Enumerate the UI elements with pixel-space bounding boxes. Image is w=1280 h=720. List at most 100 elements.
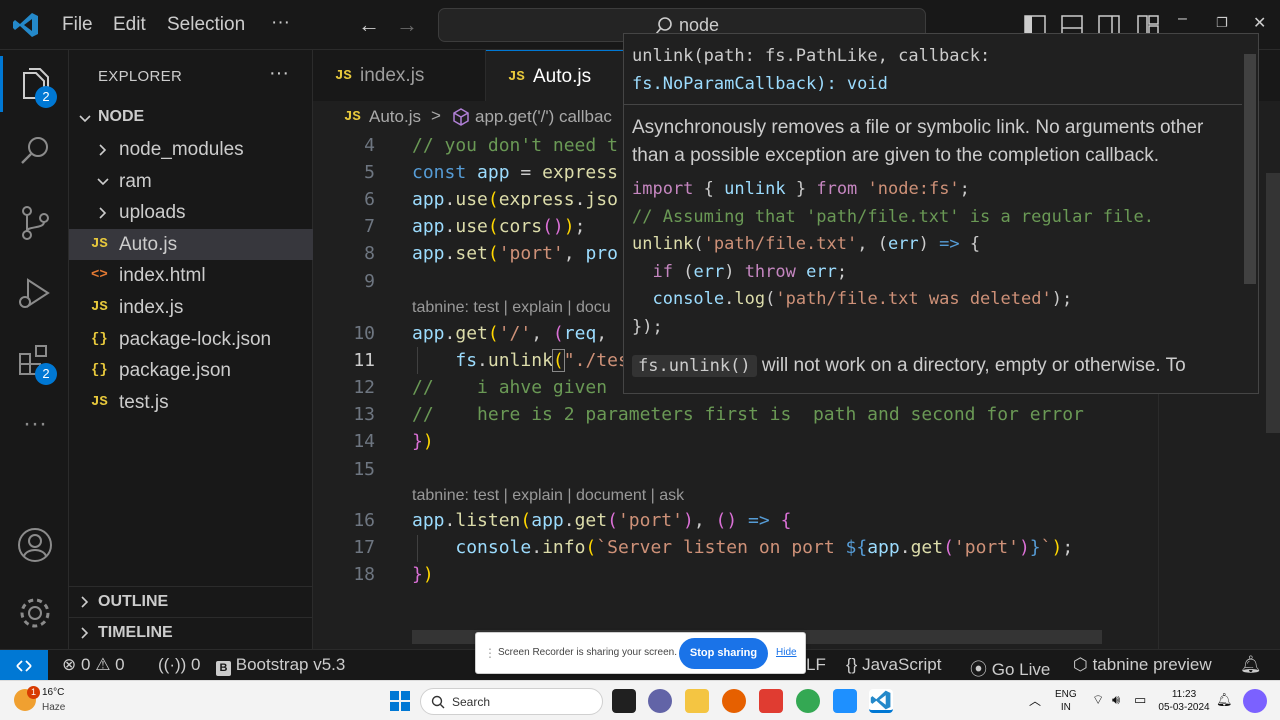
camera-app-icon[interactable] (833, 689, 857, 713)
outline-label: OUTLINE (98, 593, 169, 610)
js-file-icon: JS (508, 69, 525, 85)
tabnine-codelens[interactable]: tabnine: test | explain | docu (412, 299, 611, 317)
breadcrumb-symbol[interactable]: app.get('/') callbac (475, 107, 612, 127)
active-indicator (0, 56, 3, 112)
run-debug-button[interactable] (14, 272, 56, 314)
manage-button[interactable] (14, 592, 56, 634)
tree-item-test-js[interactable]: JS test.js (69, 387, 313, 418)
back-arrow-icon[interactable]: ← (358, 12, 380, 38)
tree-item-auto-js[interactable]: JS Auto.js (69, 229, 313, 260)
explorer-sidebar: EXPLORER ··· NODE node_modules ram uploa… (69, 50, 313, 649)
activity-bar: 2 2 ··· (0, 50, 69, 649)
eol-indicator[interactable]: LF (806, 655, 826, 675)
recorder-message: Screen Recorder is sharing your screen. (498, 647, 677, 658)
chrome-icon[interactable] (796, 689, 820, 713)
menu-more[interactable]: ··· (271, 12, 290, 34)
minimize-button[interactable]: – (1178, 10, 1187, 28)
windows-start-icon[interactable] (389, 690, 411, 712)
hide-link[interactable]: Hide (776, 647, 797, 658)
weather-temperature: 16°C (42, 687, 65, 698)
js-file-icon: JS (91, 299, 108, 315)
code-line: 16 app.listen(app.get('port'), () => { (313, 508, 1280, 535)
workspace-root[interactable]: NODE (69, 104, 313, 132)
outline-section[interactable]: OUTLINE (69, 586, 313, 616)
tray-chevron-up-icon[interactable]: ︿ (1029, 692, 1041, 709)
code-line: 14 }) (313, 429, 1280, 456)
accounts-icon (18, 528, 52, 562)
hover-description: Asynchronously removes a file or symboli… (632, 117, 1204, 166)
ports-indicator[interactable]: ((·)) 0 (158, 655, 201, 675)
tree-item-index-js[interactable]: JS index.js (69, 292, 313, 323)
broadcast-icon: ⦿ (970, 660, 987, 679)
notification-icon[interactable]: 🔔︎ (1216, 692, 1233, 708)
chat-icon[interactable] (648, 689, 672, 713)
chevron-right-icon (99, 207, 107, 219)
bootstrap-label: Bootstrap v5.3 (235, 655, 346, 674)
menu-file[interactable]: File (62, 14, 93, 36)
inline-code: fs.unlink() (632, 355, 757, 377)
language-indicator[interactable]: ENG IN (1055, 688, 1077, 714)
close-button[interactable]: ✕ (1253, 13, 1266, 33)
tree-item-label: node_modules (119, 139, 244, 160)
line-number: 17 (353, 537, 375, 558)
workspace-root-label: NODE (98, 108, 145, 125)
maximize-button[interactable]: ❐ (1216, 15, 1228, 31)
accounts-button[interactable] (14, 524, 56, 566)
volume-icon[interactable]: 🔊︎ (1112, 692, 1120, 708)
wifi-icon[interactable]: ⌔ (1092, 692, 1104, 708)
code-text: console.info(`Server listen on port ${ap… (455, 537, 1074, 558)
hover-scrollbar[interactable] (1244, 54, 1256, 284)
region-code: IN (1060, 702, 1071, 713)
code-text: }) (412, 564, 434, 585)
js-file-icon: JS (91, 236, 108, 252)
tree-item-label: package.json (119, 360, 231, 381)
clock[interactable]: 11:23 05-03-2024 (1158, 688, 1210, 714)
firefox-icon[interactable] (722, 689, 746, 713)
tab-index-js[interactable]: JS index.js (313, 50, 486, 101)
battery-icon[interactable]: ▭ (1134, 692, 1146, 708)
problems-indicator[interactable]: ⊗ 0 ⚠ 0 (62, 655, 125, 675)
code-line: 18 }) (313, 562, 1280, 589)
more-views-button[interactable]: ··· (14, 410, 56, 452)
source-control-button[interactable] (14, 202, 56, 244)
task-view-icon[interactable] (612, 689, 636, 713)
drag-handle-icon[interactable]: ⋮ (484, 646, 496, 660)
breadcrumb-file[interactable]: Auto.js (369, 107, 421, 127)
tree-item-index-html[interactable]: <> index.html (69, 260, 313, 291)
explorer-more-actions[interactable]: ··· (269, 62, 289, 85)
taskbar-search[interactable]: Search (420, 688, 603, 715)
stop-sharing-button[interactable]: Stop sharing (679, 638, 768, 669)
search-icon (21, 137, 48, 164)
menu-selection[interactable]: Selection (167, 14, 245, 36)
search-view-button[interactable] (14, 130, 56, 172)
forward-arrow-icon[interactable]: → (396, 12, 418, 38)
warning-icon: ⚠ (95, 655, 111, 674)
tree-item-label: ram (119, 171, 152, 192)
source-control-icon (22, 206, 49, 240)
screen-recorder-app-icon[interactable] (759, 689, 783, 713)
tree-item-package-lock-json[interactable]: {} package-lock.json (69, 324, 313, 355)
tree-item-uploads[interactable]: uploads (69, 197, 313, 228)
tabnine-status[interactable]: ⬡ tabnine preview (1073, 655, 1212, 675)
hover-documentation-popup[interactable]: unlink(path: fs.PathLike, callback: fs.N… (623, 33, 1259, 394)
bootstrap-indicator[interactable]: B Bootstrap v5.3 (216, 655, 345, 676)
file-explorer-icon[interactable] (685, 689, 709, 713)
timeline-section[interactable]: TIMELINE (69, 617, 313, 647)
tree-item-label: test.js (119, 392, 169, 413)
language-mode[interactable]: {} JavaScript (846, 655, 941, 675)
code-text: app.listen(app.get('port'), () => { (412, 510, 792, 531)
tree-item-ram[interactable]: ram (69, 166, 313, 197)
signature-line: unlink(path: fs.PathLike, callback: (632, 46, 991, 66)
notifications-bell-icon[interactable]: 🔔︎ (1240, 655, 1262, 675)
go-live-button[interactable]: ⦿ Go Live (970, 655, 1050, 680)
remote-indicator[interactable] (0, 650, 48, 681)
vscode-taskbar-icon[interactable] (869, 689, 893, 713)
copilot-icon[interactable] (1243, 689, 1267, 713)
tab-auto-js[interactable]: JS Auto.js (486, 50, 626, 101)
tree-item-label: Auto.js (119, 234, 178, 255)
tree-item-package-json[interactable]: {} package.json (69, 355, 313, 386)
tabnine-codelens[interactable]: tabnine: test | explain | document | ask (412, 487, 684, 505)
menu-edit[interactable]: Edit (113, 14, 146, 36)
tree-item-node-modules[interactable]: node_modules (69, 134, 313, 165)
line-number: 14 (353, 431, 375, 452)
